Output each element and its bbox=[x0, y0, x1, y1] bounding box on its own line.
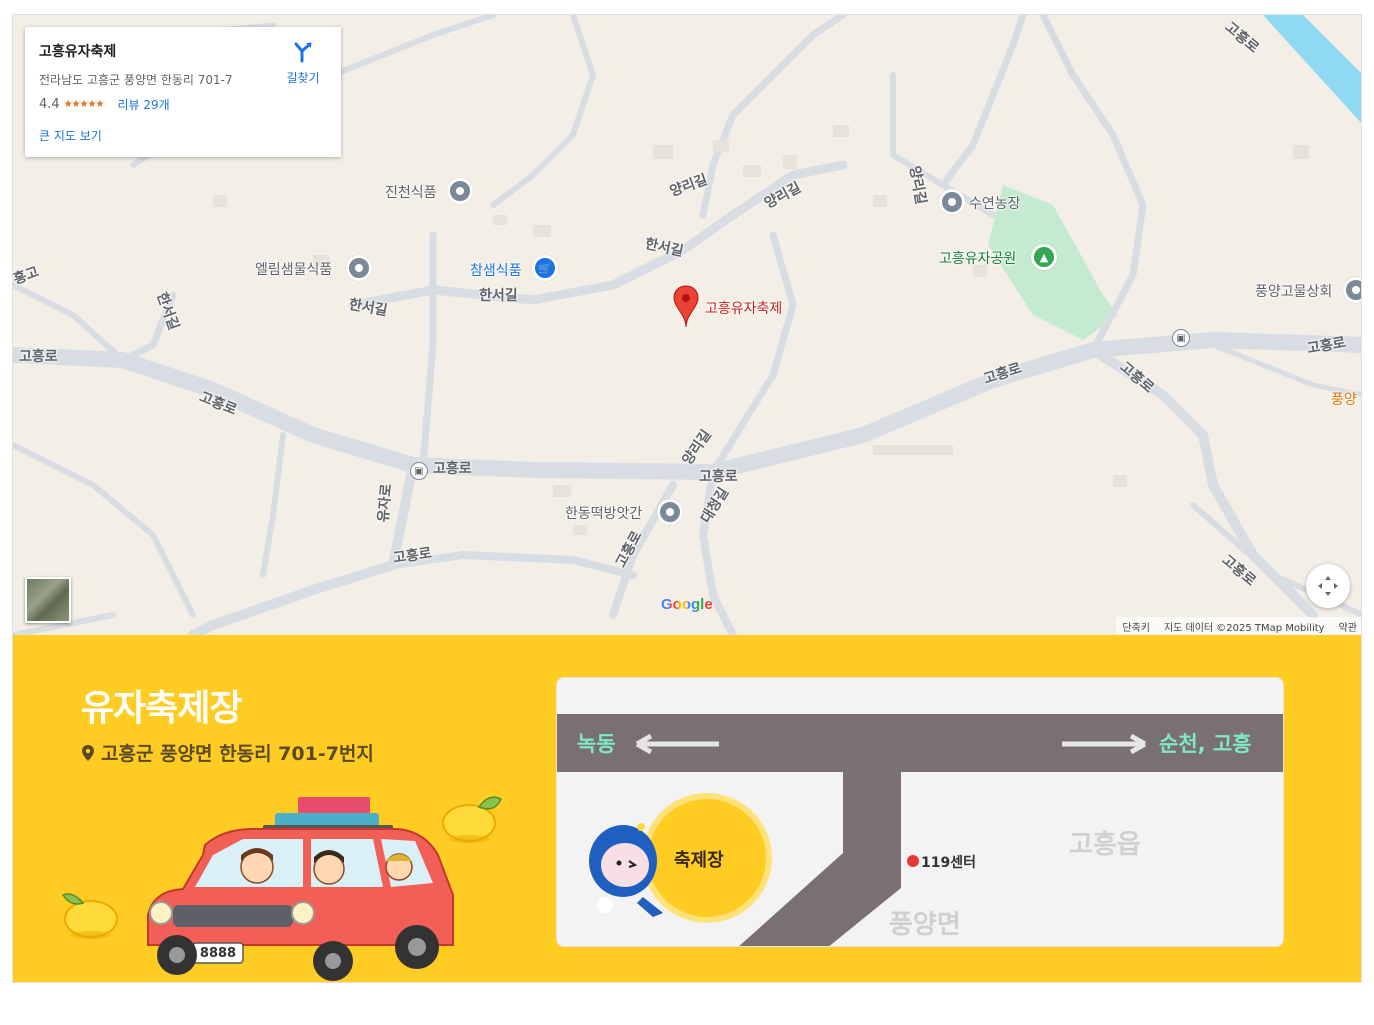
destination-suncheon-goheung: 순천, 고흥 bbox=[1159, 732, 1252, 756]
festival-location-marker-icon[interactable] bbox=[673, 285, 699, 329]
festival-venue-address: 고흥군 풍양면 한동리 701-7번지 bbox=[81, 739, 374, 766]
shopping-cart-icon[interactable]: 🛒 bbox=[532, 255, 558, 281]
google-logo: Google bbox=[661, 596, 713, 613]
poi-label-suyeon[interactable]: 수연농장 bbox=[969, 193, 1021, 213]
festival-venue-title: 유자축제장 bbox=[81, 688, 243, 729]
poi-label-park[interactable]: 고흥유자공원 bbox=[939, 248, 1016, 268]
poi-label-ellim[interactable]: 엘림샘물식품 bbox=[255, 259, 332, 279]
satellite-view-toggle[interactable] bbox=[25, 577, 71, 623]
destination-nokdong: 녹동 bbox=[577, 732, 616, 756]
venue-label: 축제장 bbox=[674, 850, 724, 871]
rating-stars: ★★★★★ bbox=[63, 99, 105, 110]
license-plate-text: 8888 bbox=[199, 946, 237, 961]
poi-label-festival[interactable]: 고흥유자축제 bbox=[705, 298, 782, 318]
location-pin-icon bbox=[82, 744, 94, 761]
map-data-credit: 지도 데이터 ©2025 TMap Mobility bbox=[1163, 622, 1325, 634]
view-larger-map-link[interactable]: 큰 지도 보기 bbox=[39, 127, 102, 144]
fullscreen-arrows-icon bbox=[1318, 576, 1338, 596]
fire-station-label: 119센터 bbox=[921, 855, 976, 871]
poi-pin-icon[interactable] bbox=[346, 255, 372, 281]
festival-address-text: 고흥군 풍양면 한동리 701-7번지 bbox=[101, 743, 374, 765]
road-label-yujaro: 유자로 bbox=[375, 483, 395, 524]
poi-pin-icon[interactable] bbox=[939, 189, 965, 215]
town-goheungeup: 고흥읍 bbox=[1069, 830, 1141, 860]
tree-icon[interactable]: ▲ bbox=[1031, 244, 1057, 270]
bus-stop-icon[interactable]: ▣ bbox=[410, 462, 428, 480]
poi-label-pungyang-store[interactable]: 풍양고물상회 bbox=[1255, 281, 1332, 301]
place-rating: 4.4 ★★★★★ 리뷰 29개 bbox=[39, 96, 327, 113]
poi-label-jincheon[interactable]: 진천식품 bbox=[385, 182, 437, 202]
family-car-illustration bbox=[61, 796, 502, 981]
rating-value: 4.4 bbox=[39, 97, 60, 112]
poi-pin-icon[interactable] bbox=[447, 178, 473, 204]
directions-button[interactable]: 길찾기 bbox=[283, 41, 323, 86]
poi-pin-icon[interactable] bbox=[657, 499, 683, 525]
map-embed-frame: 고흥로 고흥로 고흥로 고흥로 고흥로 고흥로 고흥로 고흥로 고흥로 고흥로 … bbox=[12, 14, 1362, 983]
poi-label-chamsaem[interactable]: 참샘식품 bbox=[470, 260, 522, 280]
bus-stop-icon[interactable]: ▣ bbox=[1172, 329, 1190, 347]
terms-link[interactable]: 약관 bbox=[1339, 619, 1357, 634]
yuja-fruit-icon bbox=[442, 796, 502, 843]
keyboard-shortcuts-link[interactable]: 단축키 bbox=[1122, 619, 1150, 634]
town-pungyangmyeon: 풍양면 bbox=[889, 910, 961, 940]
fullscreen-button[interactable] bbox=[1306, 564, 1350, 608]
road-label-goheungro: 고흥로 bbox=[433, 461, 472, 477]
directions-label: 길찾기 bbox=[286, 71, 320, 85]
directions-mini-map: 녹동 순천, 고흥 축제장 119센터 고흥읍 풍양면 bbox=[556, 677, 1284, 947]
google-map[interactable]: 고흥로 고흥로 고흥로 고흥로 고흥로 고흥로 고흥로 고흥로 고흥로 고흥로 … bbox=[13, 15, 1361, 635]
mascot-character-icon bbox=[589, 823, 663, 917]
map-attribution-bar: 단축키 지도 데이터 ©2025 TMap Mobility 약관 bbox=[1116, 617, 1361, 635]
road-label-hanseogil: 한서길 bbox=[479, 288, 518, 304]
poi-label-pungyang-partial[interactable]: 풍양 bbox=[1331, 389, 1357, 409]
road-label-goheungro: 고흥로 bbox=[699, 469, 738, 485]
road-label-goheungro: 고흥로 bbox=[19, 349, 58, 365]
place-info-card: 고흥유자축제 전라남도 고흥군 풍양면 한동리 701-7 4.4 ★★★★★ … bbox=[25, 27, 341, 157]
yuja-fruit-icon bbox=[61, 893, 118, 939]
directions-icon bbox=[294, 42, 312, 63]
poi-pin-icon[interactable] bbox=[1343, 277, 1361, 303]
poi-label-handong[interactable]: 한동떡방앗간 bbox=[565, 503, 642, 523]
festival-location-banner: 유자축제장 고흥군 풍양면 한동리 701-7번지 8888 녹동 순천, 고흥… bbox=[13, 635, 1361, 982]
reviews-link[interactable]: 리뷰 29개 bbox=[118, 96, 170, 113]
